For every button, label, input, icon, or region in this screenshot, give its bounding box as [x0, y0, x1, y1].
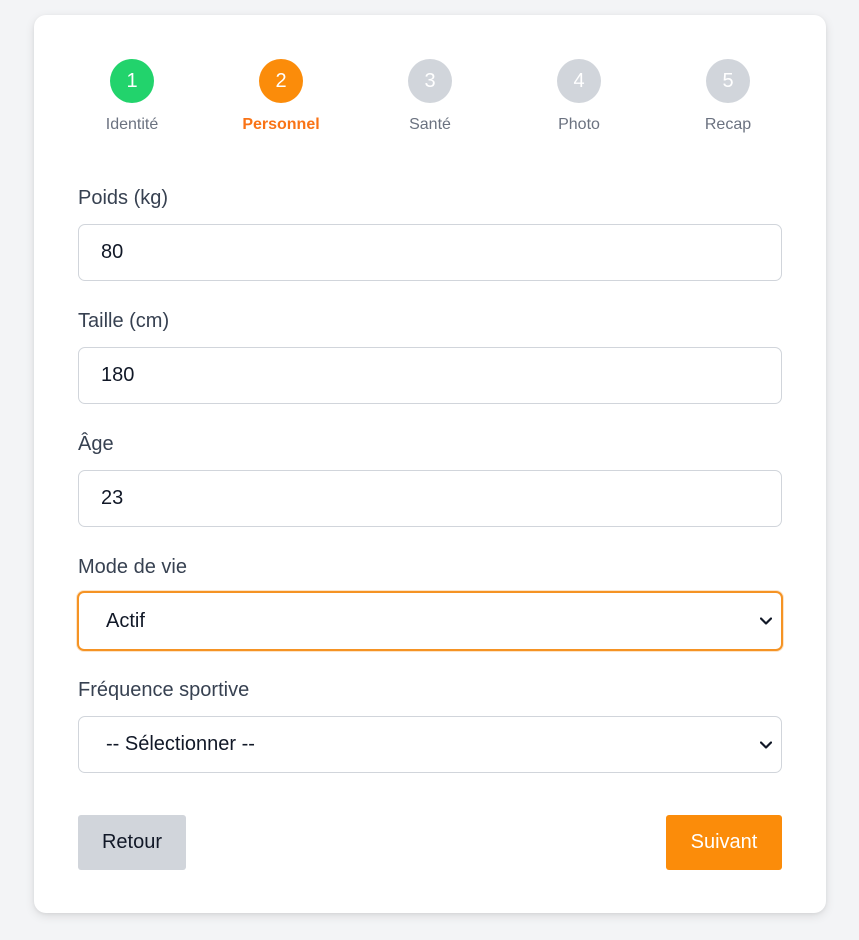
step-personnel[interactable]: 2 Personnel [211, 59, 351, 139]
lifestyle-field-group: Mode de vie Actif [77, 554, 783, 651]
step-photo[interactable]: 4 Photo [509, 59, 649, 139]
weight-input-value: 80 [101, 241, 124, 263]
weight-input[interactable]: 80 [78, 224, 782, 281]
lifestyle-select[interactable]: Actif [77, 591, 783, 651]
chevron-down-icon [759, 614, 773, 628]
step-label: Identité [105, 116, 159, 133]
sport-frequency-field-group: Fréquence sportive -- Sélectionner -- [78, 677, 782, 773]
next-button[interactable]: Suivant [666, 815, 782, 870]
lifestyle-label: Mode de vie [78, 556, 187, 578]
step-number-badge: 1 [110, 59, 154, 103]
chevron-down-icon [759, 738, 773, 752]
form-card: 1 Identité 2 Personnel 3 Santé 4 Photo 5… [34, 15, 826, 913]
step-number-badge: 5 [706, 59, 750, 103]
step-label: Photo [558, 116, 600, 133]
age-input[interactable]: 23 [78, 470, 782, 527]
step-number-badge: 4 [557, 59, 601, 103]
step-label: Personnel [242, 116, 320, 133]
height-input[interactable]: 180 [78, 347, 782, 404]
step-sante[interactable]: 3 Santé [360, 59, 500, 139]
sport-frequency-selected-value: -- Sélectionner -- [106, 733, 255, 755]
weight-field-group: Poids (kg) 80 [78, 185, 782, 281]
sport-frequency-label: Fréquence sportive [78, 679, 250, 701]
step-label: Recap [704, 116, 752, 133]
back-button[interactable]: Retour [78, 815, 186, 870]
height-field-group: Taille (cm) 180 [78, 308, 782, 404]
step-number-badge: 3 [408, 59, 452, 103]
lifestyle-selected-value: Actif [106, 609, 145, 632]
step-recap[interactable]: 5 Recap [658, 59, 798, 139]
stepper: 1 Identité 2 Personnel 3 Santé 4 Photo 5… [78, 59, 782, 139]
height-label: Taille (cm) [78, 310, 170, 332]
sport-frequency-select[interactable]: -- Sélectionner -- [78, 716, 782, 773]
step-number-badge: 2 [259, 59, 303, 103]
age-field-group: Âge 23 [78, 431, 782, 527]
height-input-value: 180 [101, 364, 135, 386]
age-input-value: 23 [101, 487, 124, 509]
weight-label: Poids (kg) [78, 187, 169, 209]
step-identite[interactable]: 1 Identité [62, 59, 202, 139]
step-label: Santé [409, 116, 451, 133]
age-label: Âge [78, 433, 114, 455]
